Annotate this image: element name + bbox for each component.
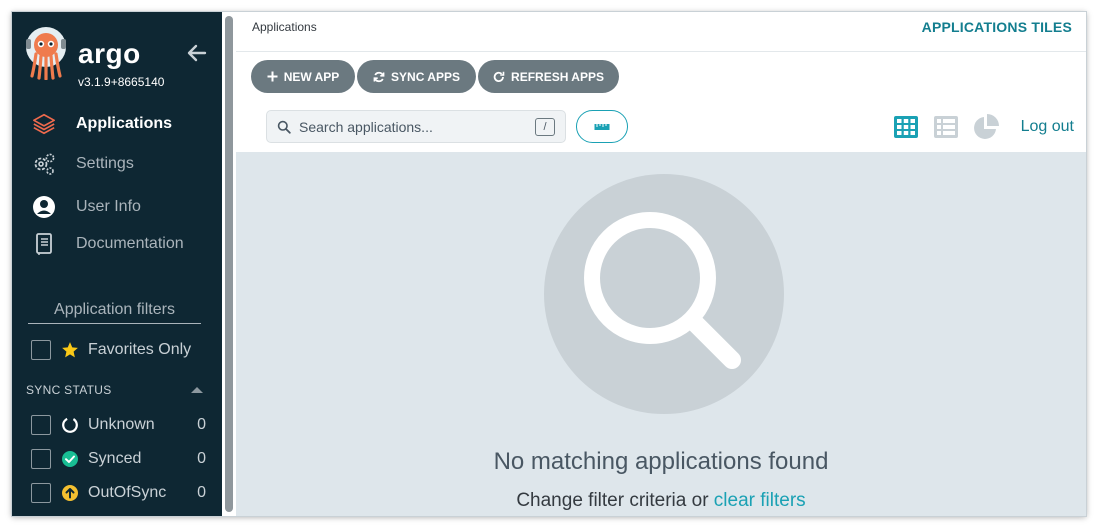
sync-filter-unknown[interactable]: Unknown 0 xyxy=(31,413,206,437)
arrow-left-icon xyxy=(187,44,207,62)
unknown-label: Unknown xyxy=(88,416,155,433)
sidebar-item-applications[interactable]: Applications xyxy=(32,109,218,139)
sync-filter-out-of-sync[interactable]: OutOfSync 0 xyxy=(31,481,206,505)
star-icon xyxy=(61,341,79,359)
filters-title: Application filters xyxy=(28,301,201,324)
brand: argo v3.1.9+8665140 xyxy=(24,26,214,89)
sync-filter-synced[interactable]: Synced 0 xyxy=(31,447,206,471)
empty-state-hint: Change filter criteria or clear filters xyxy=(236,490,1086,512)
plus-icon xyxy=(267,71,278,82)
empty-state-title: No matching applications found xyxy=(493,448,829,475)
favorites-checkbox[interactable] xyxy=(31,340,51,360)
summary-view-button[interactable] xyxy=(973,114,999,140)
sync-icon xyxy=(373,71,385,82)
page-title: APPLICATIONS TILES xyxy=(921,19,1072,35)
new-app-label: NEW APP xyxy=(283,69,340,84)
toolbar: NEW APP SYNC APPS REFRESH APPS Search ap… xyxy=(236,52,1086,152)
refresh-icon xyxy=(493,71,505,82)
sidebar-scrollbar[interactable] xyxy=(222,12,236,516)
search-icon xyxy=(277,120,291,134)
scrollbar-thumb[interactable] xyxy=(225,16,233,512)
empty-state-illustration xyxy=(544,174,784,414)
sidebar-item-label: User Info xyxy=(76,198,141,215)
app-window: argo v3.1.9+8665140 Applications Setting… xyxy=(12,12,1086,516)
applications-content: No matching applications found Change fi… xyxy=(236,152,1086,516)
refresh-apps-button[interactable]: REFRESH APPS xyxy=(478,60,619,93)
caret-up-icon xyxy=(191,387,203,393)
magnifier-icon xyxy=(584,212,741,369)
ruler-icon xyxy=(594,123,610,130)
sync-status-title: SYNC STATUS xyxy=(26,383,112,397)
circle-notch-icon xyxy=(61,416,79,434)
synced-label: Synced xyxy=(88,450,142,467)
main-area: Applications APPLICATIONS TILES NEW APP … xyxy=(236,12,1086,516)
list-icon xyxy=(934,116,958,138)
synced-checkbox[interactable] xyxy=(31,449,51,469)
sidebar-item-label: Settings xyxy=(76,155,134,172)
out-of-sync-count: 0 xyxy=(197,484,206,501)
sidebar-item-documentation[interactable]: Documentation xyxy=(32,229,218,259)
user-circle-icon xyxy=(32,195,56,219)
pie-chart-icon xyxy=(974,114,999,139)
search-input[interactable] xyxy=(299,118,529,135)
out-of-sync-checkbox[interactable] xyxy=(31,483,51,503)
refresh-apps-label: REFRESH APPS xyxy=(511,69,604,84)
unknown-count: 0 xyxy=(197,416,206,433)
sidebar: argo v3.1.9+8665140 Applications Setting… xyxy=(12,12,222,516)
tiles-view-button[interactable] xyxy=(893,114,919,140)
favorites-label: Favorites Only xyxy=(88,341,192,358)
toggle-filters-button[interactable] xyxy=(576,110,628,143)
layers-icon xyxy=(32,112,56,136)
collapse-sidebar-button[interactable] xyxy=(186,42,208,64)
synced-count: 0 xyxy=(197,450,206,467)
book-icon xyxy=(32,232,56,256)
sidebar-item-label: Applications xyxy=(76,115,173,132)
sidebar-item-user-info[interactable]: User Info xyxy=(32,192,218,222)
list-view-button[interactable] xyxy=(933,114,959,140)
sidebar-item-settings[interactable]: Settings xyxy=(32,149,218,179)
argo-octopus-logo xyxy=(26,27,66,80)
out-of-sync-label: OutOfSync xyxy=(88,484,167,501)
breadcrumb[interactable]: Applications xyxy=(252,20,317,34)
brand-name: argo xyxy=(78,38,141,69)
logout-link[interactable]: Log out xyxy=(1021,118,1074,136)
empty-state-hint-text: Change filter criteria or xyxy=(516,490,714,511)
sync-apps-label: SYNC APPS xyxy=(391,69,460,84)
arrow-up-circle-icon xyxy=(61,484,79,502)
sidebar-item-label: Documentation xyxy=(76,235,184,252)
sync-apps-button[interactable]: SYNC APPS xyxy=(357,60,476,93)
search-box[interactable]: / xyxy=(266,110,566,143)
grid-icon xyxy=(894,116,918,138)
search-shortcut-hint: / xyxy=(535,118,555,136)
sync-status-section-toggle[interactable]: SYNC STATUS xyxy=(26,380,204,400)
new-app-button[interactable]: NEW APP xyxy=(251,60,355,93)
favorites-only-filter[interactable]: Favorites Only xyxy=(31,338,206,362)
unknown-checkbox[interactable] xyxy=(31,415,51,435)
brand-version: v3.1.9+8665140 xyxy=(78,75,165,89)
check-circle-icon xyxy=(61,450,79,468)
clear-filters-link[interactable]: clear filters xyxy=(714,490,806,511)
top-bar: Applications APPLICATIONS TILES xyxy=(236,12,1086,52)
gears-icon xyxy=(32,152,56,176)
